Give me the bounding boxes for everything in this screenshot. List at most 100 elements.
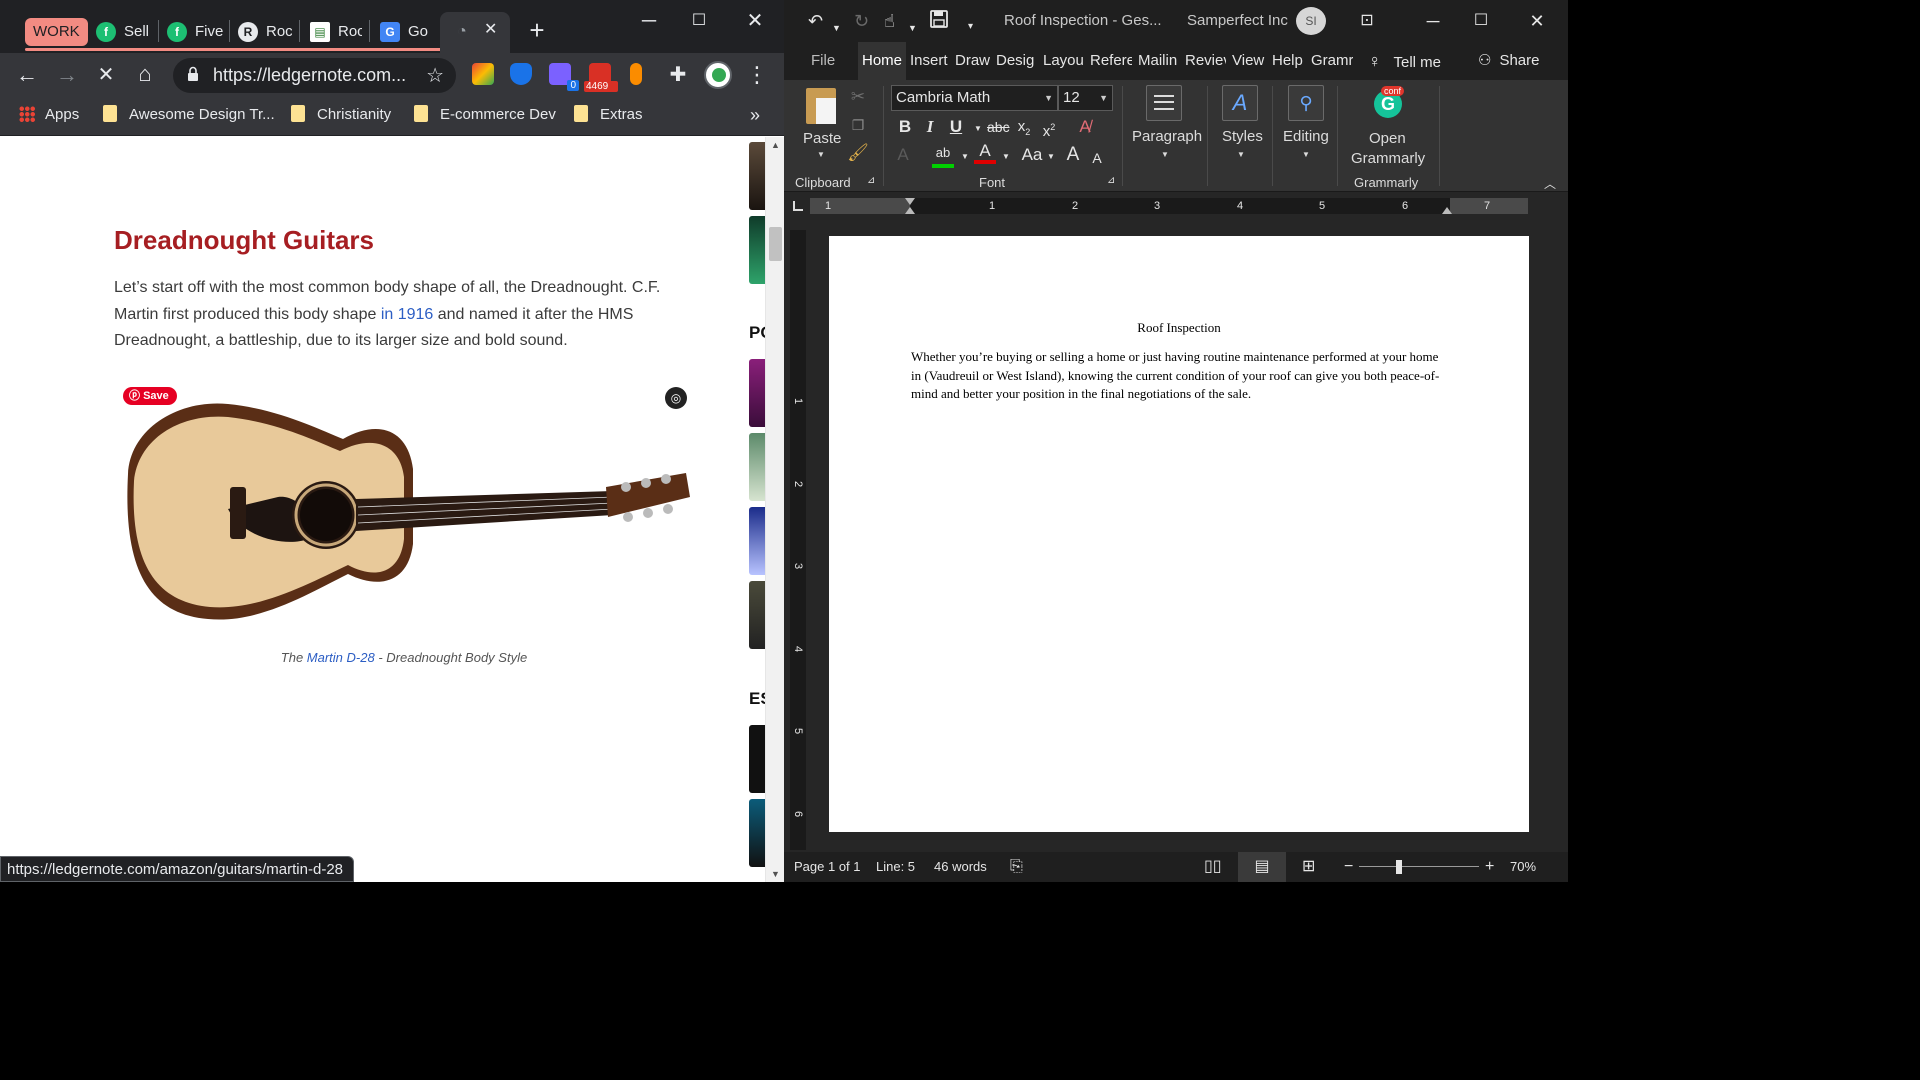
google-lens-icon[interactable]: ◎	[665, 387, 687, 409]
kebab-menu-icon[interactable]: ⋮	[744, 63, 770, 87]
paragraph-button[interactable]: Paragraph	[1132, 128, 1202, 145]
clipboard-launcher-icon[interactable]: ⊿	[867, 175, 875, 186]
editing-button[interactable]: Editing	[1283, 128, 1329, 145]
bookmark-folder-extras[interactable]: Extras	[574, 98, 643, 132]
tab-fiverr[interactable]: f Five	[167, 14, 225, 50]
clear-formatting-icon[interactable]: A̸	[1074, 116, 1096, 138]
user-avatar[interactable]: SI	[1296, 7, 1326, 35]
font-size-combo[interactable]: 12 ▼	[1058, 85, 1113, 111]
document-page[interactable]: Roof Inspection Whether you’re buying or…	[829, 236, 1529, 832]
tab-roofing-1[interactable]: R Roc	[238, 14, 292, 50]
profile-avatar[interactable]	[704, 61, 732, 89]
word-count[interactable]: 46 words	[934, 852, 987, 882]
tab-group-work[interactable]: WORK	[25, 18, 88, 46]
editing-dropdown-icon[interactable]: ▼	[1302, 150, 1310, 159]
styles-button[interactable]: Styles	[1222, 128, 1263, 145]
tab-selector-icon[interactable]	[793, 201, 803, 211]
stop-loading-icon[interactable]: ✕	[93, 63, 119, 87]
zoom-out-icon[interactable]: −	[1344, 852, 1353, 882]
grow-font-icon[interactable]: A	[1062, 144, 1084, 166]
format-painter-icon[interactable]: 🖌	[847, 142, 869, 164]
read-mode-icon[interactable]: ▯▯	[1204, 852, 1222, 882]
tab-references[interactable]: Refere	[1090, 42, 1132, 80]
close-window-icon[interactable]: ✕	[1514, 8, 1560, 34]
save-icon[interactable]	[930, 10, 948, 33]
scroll-up-icon[interactable]: ▲	[766, 140, 784, 150]
paste-button[interactable]: Paste	[803, 130, 841, 147]
paste-icon[interactable]	[806, 88, 836, 124]
highlight-color-icon[interactable]: ab	[932, 142, 954, 168]
tab-draw[interactable]: Draw	[955, 42, 991, 80]
right-indent-marker[interactable]	[1442, 207, 1452, 214]
tab-active[interactable]: ◔ ✕	[440, 12, 510, 53]
touch-dropdown-icon[interactable]: ▼	[908, 17, 917, 39]
extension-orange-icon[interactable]	[630, 63, 642, 85]
tab-mailings[interactable]: Mailin	[1138, 42, 1178, 80]
close-window-icon[interactable]: ✕	[732, 8, 778, 34]
tell-me-search[interactable]: ♀ Tell me	[1368, 42, 1441, 82]
collapse-ribbon-icon[interactable]: ︿	[1544, 175, 1556, 192]
puzzle-extensions-icon[interactable]: ✚	[665, 63, 691, 87]
page-count[interactable]: Page 1 of 1	[794, 852, 861, 882]
undo-dropdown-icon[interactable]: ▼	[832, 17, 841, 39]
tab-google-translate[interactable]: G Go	[380, 14, 432, 50]
proofing-icon[interactable]: ⎘	[1010, 852, 1023, 882]
shrink-font-icon[interactable]: A	[1086, 147, 1108, 169]
zoom-slider-thumb[interactable]	[1396, 860, 1402, 874]
zoom-in-icon[interactable]: +	[1485, 852, 1494, 882]
strikethrough-icon[interactable]: abc	[987, 116, 1010, 138]
bold-icon[interactable]: B	[894, 116, 916, 138]
tab-help[interactable]: Help	[1272, 42, 1306, 80]
tab-insert[interactable]: Insert	[910, 42, 948, 80]
zoom-slider[interactable]	[1359, 866, 1479, 867]
tab-home[interactable]: Home	[858, 42, 906, 80]
font-name-combo[interactable]: Cambria Math ▼	[891, 85, 1058, 111]
bookmark-folder-design[interactable]: Awesome Design Tr...	[103, 98, 275, 132]
back-icon[interactable]: ←	[14, 63, 40, 87]
font-launcher-icon[interactable]: ⊿	[1107, 175, 1115, 186]
apps-bookmark[interactable]: Apps	[19, 98, 79, 132]
tab-view[interactable]: View	[1232, 42, 1266, 80]
extension-shield-icon[interactable]	[510, 63, 532, 85]
tab-file[interactable]: File	[811, 42, 841, 80]
close-tab-icon[interactable]: ✕	[484, 12, 497, 48]
touch-mode-icon[interactable]: ☝	[884, 10, 895, 32]
paragraph-dropdown-icon[interactable]: ▼	[1161, 150, 1169, 159]
zoom-level[interactable]: 70%	[1510, 852, 1536, 882]
scroll-down-icon[interactable]: ▼	[766, 869, 784, 879]
address-bar[interactable]: https://ledgernote.com... ☆	[173, 58, 456, 93]
tab-layout[interactable]: Layou	[1043, 42, 1083, 80]
underline-dropdown-icon[interactable]: ▼	[967, 118, 989, 140]
minimize-icon[interactable]: ─	[1410, 8, 1456, 34]
home-icon[interactable]: ⌂	[132, 62, 158, 86]
undo-icon[interactable]: ↶	[808, 10, 823, 32]
text-effects-icon[interactable]: A	[892, 144, 914, 166]
underline-icon[interactable]: U	[945, 116, 967, 138]
forward-icon[interactable]: →	[54, 63, 80, 87]
scrollbar-thumb[interactable]	[769, 227, 782, 261]
extension-screenshot-icon[interactable]	[472, 63, 494, 85]
styles-dropdown-icon[interactable]: ▼	[1237, 150, 1245, 159]
font-color-dropdown-icon[interactable]: ▼	[995, 146, 1017, 168]
customize-qat-icon[interactable]: ▾	[968, 16, 973, 38]
bookmark-folder-ecommerce[interactable]: E-commerce Dev	[414, 98, 556, 132]
maximize-icon[interactable]: ☐	[676, 8, 722, 34]
open-grammarly-label[interactable]: Open	[1369, 130, 1406, 147]
extension-a-icon[interactable]: 0	[549, 63, 579, 91]
document-paragraph[interactable]: Whether you’re buying or selling a home …	[911, 348, 1447, 404]
mail-extension-icon[interactable]: 4469	[584, 63, 618, 92]
document-heading[interactable]: Roof Inspection	[829, 320, 1529, 336]
new-tab-icon[interactable]: +	[524, 17, 550, 43]
martin-d28-link[interactable]: Martin D-28	[307, 650, 375, 665]
open-grammarly-button[interactable]: Grammarly	[1351, 150, 1425, 167]
share-button[interactable]: ⚇ Share	[1478, 42, 1539, 80]
page-scrollbar[interactable]: ▲ ▼	[765, 137, 784, 882]
superscript-icon[interactable]: x2	[1038, 116, 1060, 143]
italic-icon[interactable]: I	[919, 116, 941, 138]
maximize-icon[interactable]: ☐	[1458, 8, 1504, 34]
bookmark-star-icon[interactable]: ☆	[426, 63, 444, 88]
web-layout-icon[interactable]: ⊞	[1302, 852, 1315, 882]
change-case-dropdown-icon[interactable]: ▼	[1040, 146, 1062, 168]
redo-icon[interactable]: ↻	[854, 10, 869, 32]
bookmark-folder-christianity[interactable]: Christianity	[291, 98, 391, 132]
